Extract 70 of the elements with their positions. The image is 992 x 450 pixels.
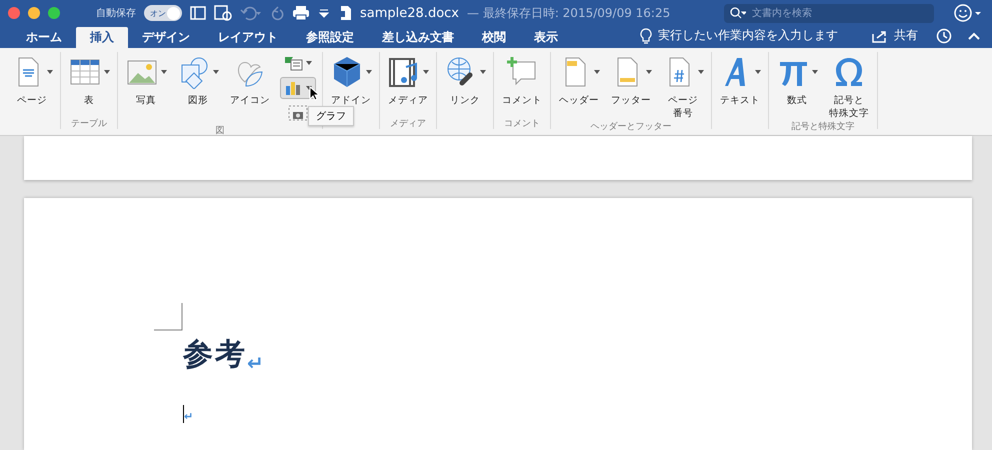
ribbon-tab[interactable]: 挿入	[76, 27, 128, 48]
ribbon-button[interactable]: 記号と 特殊文字	[827, 52, 871, 120]
ribbon-tab[interactable]: 参照設定	[292, 26, 368, 48]
dropdown-caret-icon[interactable]	[755, 70, 761, 74]
word-document-icon	[338, 5, 352, 21]
search-icon	[730, 7, 746, 19]
ribbon-button[interactable]: ヘッダー	[557, 52, 601, 107]
dropdown-caret-icon[interactable]	[213, 70, 219, 74]
ribbon-button[interactable]: ページ	[10, 52, 54, 107]
tell-me-field[interactable]: 実行したい作業内容を入力します	[658, 27, 838, 44]
dropdown-caret-icon[interactable]	[812, 70, 818, 74]
dropdown-caret-icon[interactable]	[698, 70, 704, 74]
ribbon-button[interactable]: アイコン	[228, 52, 272, 107]
ribbon-button[interactable]: フッター	[609, 52, 653, 107]
minimize-button[interactable]	[28, 7, 40, 19]
ribbon-button[interactable]: 表	[67, 52, 111, 107]
ribbon-button[interactable]: 数式	[775, 52, 819, 107]
ribbon-button[interactable]: テキスト	[718, 52, 762, 107]
dropdown-caret-icon[interactable]	[104, 70, 110, 74]
sidebar-icon[interactable]	[190, 5, 206, 21]
share-button[interactable]: 共有	[894, 27, 918, 44]
group-label: 図	[216, 125, 224, 136]
print-icon[interactable]	[292, 5, 310, 21]
group-label: 記号と特殊文字	[792, 120, 854, 132]
paragraph-mark: ↵	[247, 351, 264, 375]
lightbulb-icon	[640, 28, 652, 44]
dropdown-caret-icon[interactable]	[161, 70, 167, 74]
ribbon-button[interactable]: コメント	[500, 52, 544, 107]
group-label: ヘッダーとフッター	[590, 120, 672, 132]
ribbon-tab[interactable]: 校閲	[468, 26, 520, 48]
ribbon-tab[interactable]: デザイン	[128, 26, 204, 48]
customize-toolbar-icon[interactable]	[318, 7, 330, 19]
dropdown-caret-icon[interactable]	[480, 70, 486, 74]
group-label: コメント	[504, 118, 540, 129]
document-title: sample28.docx	[360, 6, 459, 20]
ribbon-button[interactable]: ページ 番号	[661, 52, 705, 120]
ribbon-button[interactable]: 図形	[176, 52, 220, 107]
zoom-button[interactable]	[48, 7, 60, 19]
group-label: メディア	[390, 118, 426, 129]
paragraph-mark: ↵	[184, 410, 194, 423]
ribbon-button[interactable]: 写真	[124, 52, 168, 107]
autosave-label: 自動保存	[96, 7, 136, 20]
ribbon-button[interactable]: アドイン	[329, 52, 373, 107]
last-saved-text: — 最終保存日時: 2015/09/09 16:25	[467, 4, 670, 22]
margin-corner-mark	[154, 303, 184, 331]
dropdown-caret-icon[interactable]	[423, 70, 429, 74]
dropdown-caret-icon[interactable]	[594, 70, 600, 74]
autosave-toggle[interactable]: オン	[144, 5, 182, 21]
mouse-pointer-icon	[309, 86, 319, 101]
ribbon-button[interactable]: リンク	[443, 52, 487, 107]
screenshot-icon	[288, 105, 308, 121]
ribbon-tab[interactable]: ホーム	[12, 26, 76, 48]
chart-tooltip: グラフ	[308, 106, 354, 126]
smartart-icon	[284, 55, 304, 71]
smiley-feedback-icon[interactable]	[954, 4, 984, 22]
dropdown-caret-icon[interactable]	[47, 70, 53, 74]
share-icon[interactable]	[872, 28, 888, 42]
ribbon-button[interactable]: メディア	[386, 52, 430, 107]
dropdown-caret-icon[interactable]	[306, 61, 312, 65]
group-label: テーブル	[71, 118, 107, 129]
dropdown-caret-icon[interactable]	[646, 70, 652, 74]
ribbon-tab[interactable]: 差し込み文書	[368, 26, 468, 48]
ribbon-tab[interactable]: レイアウト	[204, 26, 292, 48]
dropdown-caret-icon[interactable]	[366, 70, 372, 74]
history-icon[interactable]	[936, 28, 952, 44]
collapse-ribbon-icon[interactable]	[968, 30, 980, 40]
search-input[interactable]: 文書内を検索	[750, 6, 924, 20]
search-field[interactable]: 文書内を検索	[724, 4, 934, 22]
ribbon-tab[interactable]: 表示	[520, 26, 572, 48]
heading-text: 参考	[183, 336, 247, 374]
